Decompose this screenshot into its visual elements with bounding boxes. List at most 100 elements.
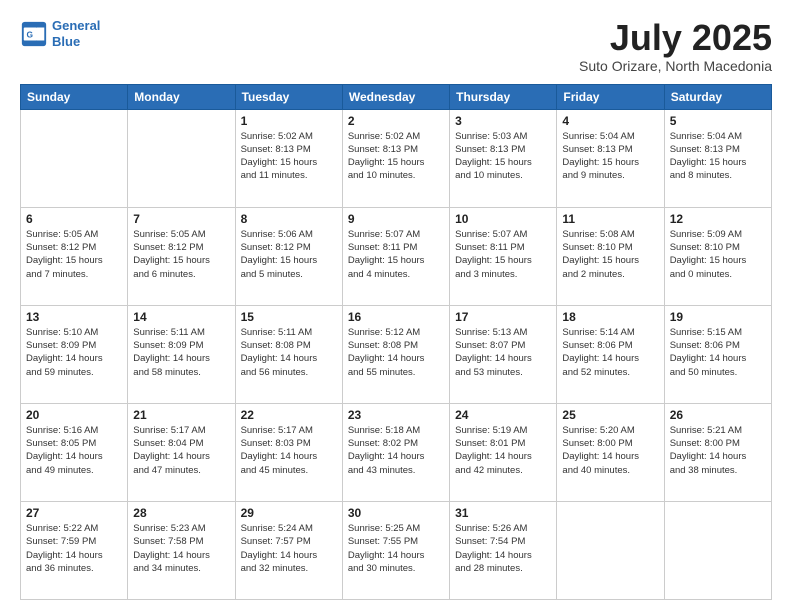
calendar-week-row-1: 6 Sunrise: 5:05 AM Sunset: 8:12 PM Daylig… (21, 207, 772, 305)
calendar-table: Sunday Monday Tuesday Wednesday Thursday… (20, 84, 772, 600)
day-info: Sunrise: 5:14 AM Sunset: 8:06 PM Dayligh… (562, 326, 658, 379)
calendar-cell: 17 Sunrise: 5:13 AM Sunset: 8:07 PM Dayli… (450, 305, 557, 403)
calendar-cell (557, 501, 664, 599)
calendar-cell: 19 Sunrise: 5:15 AM Sunset: 8:06 PM Dayli… (664, 305, 771, 403)
calendar-cell: 28 Sunrise: 5:23 AM Sunset: 7:58 PM Dayli… (128, 501, 235, 599)
day-number: 30 (348, 506, 444, 520)
day-info: Sunrise: 5:10 AM Sunset: 8:09 PM Dayligh… (26, 326, 122, 379)
svg-text:G: G (27, 29, 34, 39)
day-info: Sunrise: 5:09 AM Sunset: 8:10 PM Dayligh… (670, 228, 766, 281)
day-number: 31 (455, 506, 551, 520)
day-number: 15 (241, 310, 337, 324)
day-number: 22 (241, 408, 337, 422)
calendar-cell: 18 Sunrise: 5:14 AM Sunset: 8:06 PM Dayli… (557, 305, 664, 403)
calendar-cell: 26 Sunrise: 5:21 AM Sunset: 8:00 PM Dayli… (664, 403, 771, 501)
day-info: Sunrise: 5:24 AM Sunset: 7:57 PM Dayligh… (241, 522, 337, 575)
day-number: 2 (348, 114, 444, 128)
calendar-cell: 22 Sunrise: 5:17 AM Sunset: 8:03 PM Dayli… (235, 403, 342, 501)
day-info: Sunrise: 5:18 AM Sunset: 8:02 PM Dayligh… (348, 424, 444, 477)
calendar-cell (664, 501, 771, 599)
calendar-cell: 30 Sunrise: 5:25 AM Sunset: 7:55 PM Dayli… (342, 501, 449, 599)
day-info: Sunrise: 5:12 AM Sunset: 8:08 PM Dayligh… (348, 326, 444, 379)
day-number: 14 (133, 310, 229, 324)
day-info: Sunrise: 5:02 AM Sunset: 8:13 PM Dayligh… (241, 130, 337, 183)
day-info: Sunrise: 5:15 AM Sunset: 8:06 PM Dayligh… (670, 326, 766, 379)
day-info: Sunrise: 5:17 AM Sunset: 8:03 PM Dayligh… (241, 424, 337, 477)
col-saturday: Saturday (664, 84, 771, 109)
day-number: 5 (670, 114, 766, 128)
calendar-cell: 21Sunrise: 5:17 AM Sunset: 8:04 PM Dayli… (128, 403, 235, 501)
day-info: Sunrise: 5:02 AM Sunset: 8:13 PM Dayligh… (348, 130, 444, 183)
day-info: Sunrise: 5:20 AM Sunset: 8:00 PM Dayligh… (562, 424, 658, 477)
calendar-cell: 10 Sunrise: 5:07 AM Sunset: 8:11 PM Dayli… (450, 207, 557, 305)
day-info: Sunrise: 5:16 AM Sunset: 8:05 PM Dayligh… (26, 424, 122, 477)
header: G General Blue July 2025 Suto Orizare, N… (20, 18, 772, 74)
calendar-cell: 16 Sunrise: 5:12 AM Sunset: 8:08 PM Dayli… (342, 305, 449, 403)
main-title: July 2025 (579, 18, 772, 58)
day-number: 7 (133, 212, 229, 226)
day-number: 18 (562, 310, 658, 324)
calendar-week-row-3: 20 Sunrise: 5:16 AM Sunset: 8:05 PM Dayli… (21, 403, 772, 501)
day-info: Sunrise: 5:25 AM Sunset: 7:55 PM Dayligh… (348, 522, 444, 575)
logo: G General Blue (20, 18, 100, 49)
calendar-cell: 5Sunrise: 5:04 AM Sunset: 8:13 PM Daylig… (664, 109, 771, 207)
calendar-cell: 31 Sunrise: 5:26 AM Sunset: 7:54 PM Dayli… (450, 501, 557, 599)
day-info: Sunrise: 5:03 AM Sunset: 8:13 PM Dayligh… (455, 130, 551, 183)
day-number: 17 (455, 310, 551, 324)
day-info: Sunrise: 5:26 AM Sunset: 7:54 PM Dayligh… (455, 522, 551, 575)
calendar-cell: 27Sunrise: 5:22 AM Sunset: 7:59 PM Dayli… (21, 501, 128, 599)
calendar-cell: 29 Sunrise: 5:24 AM Sunset: 7:57 PM Dayli… (235, 501, 342, 599)
calendar-cell: 13Sunrise: 5:10 AM Sunset: 8:09 PM Dayli… (21, 305, 128, 403)
day-number: 26 (670, 408, 766, 422)
day-number: 19 (670, 310, 766, 324)
day-number: 16 (348, 310, 444, 324)
calendar-cell: 11Sunrise: 5:08 AM Sunset: 8:10 PM Dayli… (557, 207, 664, 305)
day-info: Sunrise: 5:07 AM Sunset: 8:11 PM Dayligh… (348, 228, 444, 281)
day-number: 28 (133, 506, 229, 520)
calendar-week-row-2: 13Sunrise: 5:10 AM Sunset: 8:09 PM Dayli… (21, 305, 772, 403)
logo-text: General Blue (52, 18, 100, 49)
title-block: July 2025 Suto Orizare, North Macedonia (579, 18, 772, 74)
subtitle: Suto Orizare, North Macedonia (579, 58, 772, 74)
page: G General Blue July 2025 Suto Orizare, N… (0, 0, 792, 612)
calendar-cell: 7 Sunrise: 5:05 AM Sunset: 8:12 PM Daylig… (128, 207, 235, 305)
calendar-cell: 23 Sunrise: 5:18 AM Sunset: 8:02 PM Dayli… (342, 403, 449, 501)
calendar-cell (21, 109, 128, 207)
logo-line2: Blue (52, 34, 80, 49)
day-number: 10 (455, 212, 551, 226)
day-info: Sunrise: 5:21 AM Sunset: 8:00 PM Dayligh… (670, 424, 766, 477)
day-info: Sunrise: 5:13 AM Sunset: 8:07 PM Dayligh… (455, 326, 551, 379)
logo-icon: G (20, 20, 48, 48)
logo-line1: General (52, 18, 100, 33)
calendar-cell: 2 Sunrise: 5:02 AM Sunset: 8:13 PM Daylig… (342, 109, 449, 207)
calendar-week-row-4: 27Sunrise: 5:22 AM Sunset: 7:59 PM Dayli… (21, 501, 772, 599)
day-number: 3 (455, 114, 551, 128)
day-number: 9 (348, 212, 444, 226)
day-number: 20 (26, 408, 122, 422)
calendar-cell: 1 Sunrise: 5:02 AM Sunset: 8:13 PM Daylig… (235, 109, 342, 207)
calendar-cell: 6Sunrise: 5:05 AM Sunset: 8:12 PM Daylig… (21, 207, 128, 305)
day-number: 29 (241, 506, 337, 520)
calendar-cell (128, 109, 235, 207)
day-number: 27 (26, 506, 122, 520)
day-info: Sunrise: 5:11 AM Sunset: 8:08 PM Dayligh… (241, 326, 337, 379)
calendar-cell: 25 Sunrise: 5:20 AM Sunset: 8:00 PM Dayli… (557, 403, 664, 501)
day-number: 6 (26, 212, 122, 226)
day-info: Sunrise: 5:04 AM Sunset: 8:13 PM Dayligh… (562, 130, 658, 183)
col-sunday: Sunday (21, 84, 128, 109)
day-number: 11 (562, 212, 658, 226)
day-number: 23 (348, 408, 444, 422)
calendar-cell: 15 Sunrise: 5:11 AM Sunset: 8:08 PM Dayli… (235, 305, 342, 403)
calendar-cell: 14 Sunrise: 5:11 AM Sunset: 8:09 PM Dayli… (128, 305, 235, 403)
day-info: Sunrise: 5:11 AM Sunset: 8:09 PM Dayligh… (133, 326, 229, 379)
calendar-cell: 20 Sunrise: 5:16 AM Sunset: 8:05 PM Dayli… (21, 403, 128, 501)
day-info: Sunrise: 5:23 AM Sunset: 7:58 PM Dayligh… (133, 522, 229, 575)
day-number: 25 (562, 408, 658, 422)
day-number: 1 (241, 114, 337, 128)
calendar-cell: 8Sunrise: 5:06 AM Sunset: 8:12 PM Daylig… (235, 207, 342, 305)
day-info: Sunrise: 5:07 AM Sunset: 8:11 PM Dayligh… (455, 228, 551, 281)
day-info: Sunrise: 5:05 AM Sunset: 8:12 PM Dayligh… (133, 228, 229, 281)
day-number: 4 (562, 114, 658, 128)
col-wednesday: Wednesday (342, 84, 449, 109)
calendar-header-row: Sunday Monday Tuesday Wednesday Thursday… (21, 84, 772, 109)
